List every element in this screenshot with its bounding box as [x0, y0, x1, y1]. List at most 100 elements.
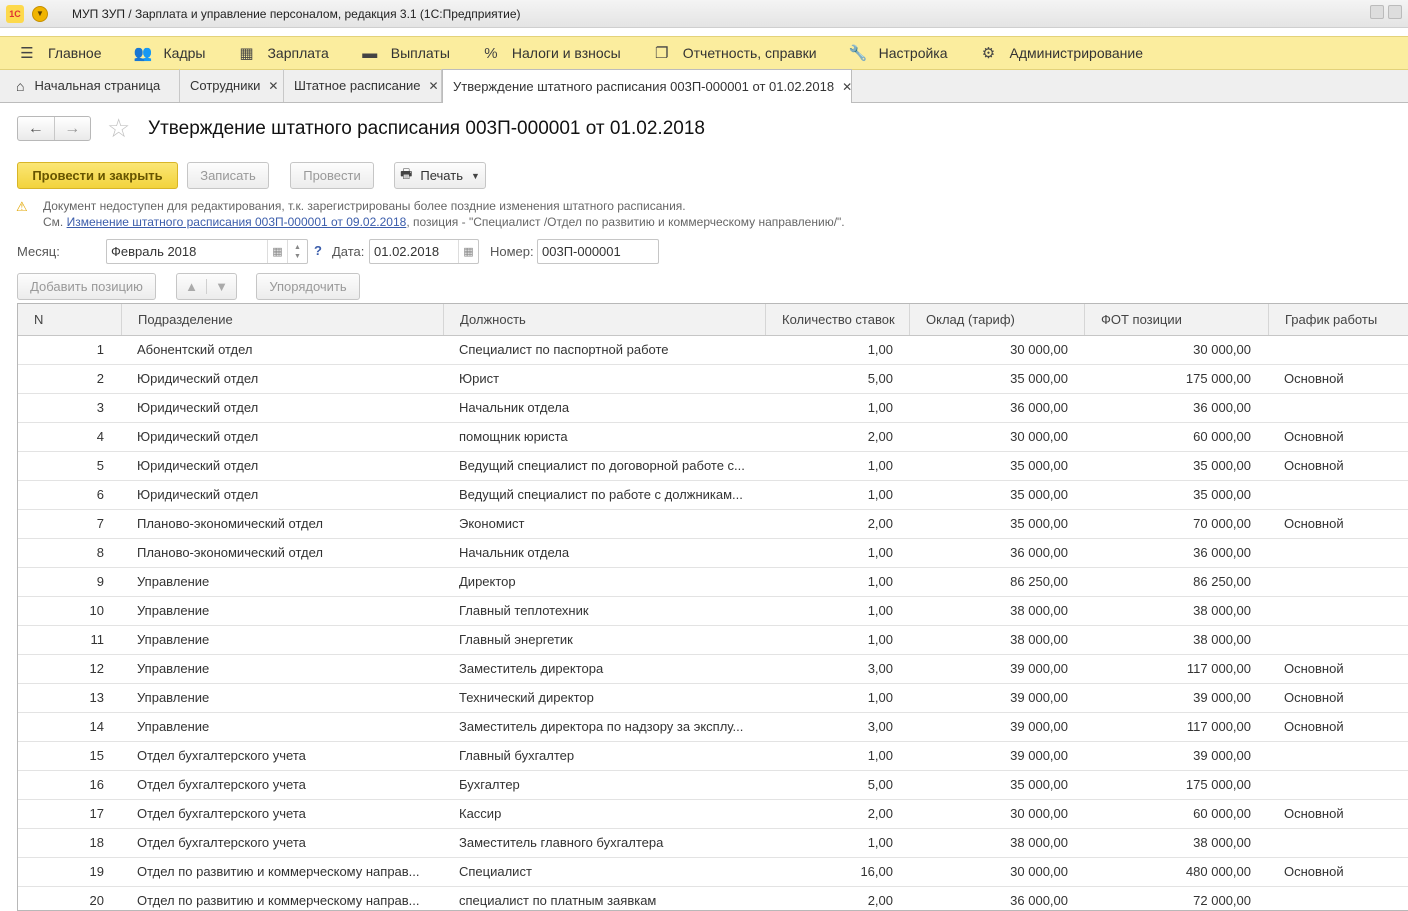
- main-menu-icon[interactable]: ▼: [32, 5, 48, 22]
- calendar-icon[interactable]: ▦: [267, 240, 287, 263]
- tab-employees[interactable]: Сотрудники ✕: [180, 69, 284, 102]
- cell-schedule: [1284, 829, 1404, 857]
- cell-fot: 480 000,00: [1185, 864, 1251, 879]
- cell-position: Заместитель главного бухгалтера: [459, 835, 664, 850]
- cell-salary: 30 000,00: [1010, 342, 1068, 357]
- section-salary[interactable]: ▦ Зарплата: [219, 36, 328, 70]
- table-row[interactable]: 14 Управление Заместитель директора по над…: [18, 713, 1408, 742]
- column-header-salary[interactable]: Оклад (тариф): [910, 304, 1085, 335]
- tab-label: Штатное расписание: [294, 78, 421, 93]
- table-row[interactable]: 2 Юридический отдел Юрист 5,00 35 000,00 175 …: [18, 365, 1408, 394]
- section-label: Администрирование: [1009, 45, 1144, 61]
- cell-rates: 1,00: [867, 342, 893, 357]
- table-row[interactable]: 6 Юридический отдел Ведущий специалист по …: [18, 481, 1408, 510]
- cell-salary: 35 000,00: [1010, 371, 1068, 386]
- table-row[interactable]: 18 Отдел бухгалтерского учета Заместитель …: [18, 829, 1408, 858]
- table-row[interactable]: 4 Юридический отдел помощник юриста 2,00 30 …: [18, 423, 1408, 452]
- tab-current-document[interactable]: Утверждение штатного расписания 003П-000…: [442, 69, 852, 103]
- section-label: Зарплата: [267, 45, 329, 61]
- calendar-icon[interactable]: ▦: [458, 240, 478, 263]
- cell-department: Управление: [137, 632, 210, 647]
- move-buttons: ▲ ▼: [176, 273, 237, 300]
- cell-position: Главный теплотехник: [459, 603, 589, 618]
- cell-rates: 1,00: [867, 574, 893, 589]
- table-row[interactable]: 13 Управление Технический директор 1,00 39 0…: [18, 684, 1408, 713]
- table-row[interactable]: 17 Отдел бухгалтерского учета Кассир 2,00 30…: [18, 800, 1408, 829]
- move-up-icon[interactable]: ▲: [177, 279, 206, 294]
- date-value: 01.02.2018: [374, 244, 440, 259]
- tab-staffing[interactable]: Штатное расписание ✕: [284, 69, 442, 102]
- move-down-icon[interactable]: ▼: [206, 279, 236, 294]
- later-change-link[interactable]: Изменение штатного расписания 003П-00000…: [67, 215, 407, 229]
- cell-rates: 1,00: [867, 603, 893, 618]
- favorite-star-icon[interactable]: ☆: [107, 113, 130, 144]
- forward-arrow-icon[interactable]: →: [53, 117, 91, 140]
- section-reports[interactable]: ❐ Отчетность, справки: [635, 36, 817, 70]
- section-taxes[interactable]: % Налоги и взносы: [464, 36, 621, 70]
- date-field[interactable]: 01.02.2018 ▦: [369, 239, 479, 264]
- section-payments[interactable]: ▬ Выплаты: [343, 36, 450, 70]
- cell-rates: 2,00: [867, 516, 893, 531]
- section-admin[interactable]: ⚙ Администрирование: [962, 36, 1144, 70]
- table-row[interactable]: 5 Юридический отдел Ведущий специалист по …: [18, 452, 1408, 481]
- column-header-rates[interactable]: Количество ставок: [766, 304, 910, 335]
- table-row[interactable]: 20 Отдел по развитию и коммерческому напр…: [18, 887, 1408, 910]
- table-row[interactable]: 9 Управление Директор 1,00 86 250,00 86 250,0…: [18, 568, 1408, 597]
- cell-department: Планово-экономический отдел: [137, 516, 323, 531]
- section-personnel[interactable]: 👥 Кадры: [116, 36, 206, 70]
- close-icon[interactable]: ✕: [842, 80, 852, 94]
- column-header-n[interactable]: N: [18, 304, 122, 335]
- table-row[interactable]: 1 Абонентский отдел Специалист по паспортн…: [18, 336, 1408, 365]
- table-row[interactable]: 3 Юридический отдел Начальник отдела 1,00 36…: [18, 394, 1408, 423]
- column-header-schedule[interactable]: График работы: [1269, 304, 1408, 335]
- cell-position: Начальник отдела: [459, 400, 570, 415]
- sort-button[interactable]: Упорядочить: [256, 273, 360, 300]
- cell-position: Экономист: [459, 516, 525, 531]
- cell-salary: 35 000,00: [1010, 777, 1068, 792]
- table-row[interactable]: 12 Управление Заместитель директора 3,00 39 …: [18, 655, 1408, 684]
- column-header-department[interactable]: Подразделение: [122, 304, 444, 335]
- tab-label: Сотрудники: [190, 78, 261, 93]
- table-row[interactable]: 8 Планово-экономический отдел Начальник от…: [18, 539, 1408, 568]
- cell-n: 14: [89, 719, 104, 734]
- cell-rates: 1,00: [867, 835, 893, 850]
- month-field[interactable]: Февраль 2018 ▦ ▲ ▼: [106, 239, 308, 264]
- number-field[interactable]: 003П-000001: [537, 239, 659, 264]
- print-button[interactable]: 🖶 Печать ▼: [394, 162, 486, 189]
- cell-fot: 38 000,00: [1193, 603, 1251, 618]
- section-label: Выплаты: [390, 45, 450, 61]
- section-label: Настройка: [878, 45, 948, 61]
- save-window-icon[interactable]: [1370, 5, 1384, 19]
- cell-fot: 35 000,00: [1193, 487, 1251, 502]
- post-and-close-button[interactable]: Провести и закрыть: [17, 162, 178, 189]
- month-stepper[interactable]: ▲ ▼: [287, 240, 307, 263]
- table-row[interactable]: 16 Отдел бухгалтерского учета Бухгалтер 5,0…: [18, 771, 1408, 800]
- reports-icon: ❐: [654, 45, 669, 62]
- back-arrow-icon[interactable]: ←: [18, 117, 54, 140]
- table-row[interactable]: 7 Планово-экономический отдел Экономист 2,0…: [18, 510, 1408, 539]
- cell-salary: 86 250,00: [1010, 574, 1068, 589]
- home-icon: ⌂: [16, 77, 25, 94]
- column-header-position[interactable]: Должность: [444, 304, 766, 335]
- post-button[interactable]: Провести: [290, 162, 374, 189]
- close-icon[interactable]: ✕: [268, 79, 278, 93]
- table-row[interactable]: 15 Отдел бухгалтерского учета Главный бухг…: [18, 742, 1408, 771]
- add-position-button[interactable]: Добавить позицию: [17, 273, 156, 300]
- column-header-fot[interactable]: ФОТ позиции: [1085, 304, 1269, 335]
- cell-n: 12: [89, 661, 104, 676]
- help-icon[interactable]: ?: [314, 243, 322, 258]
- table-row[interactable]: 10 Управление Главный теплотехник 1,00 38 00…: [18, 597, 1408, 626]
- save-button[interactable]: Записать: [187, 162, 269, 189]
- section-settings[interactable]: 🔧 Настройка: [831, 36, 948, 70]
- window-menu-icon[interactable]: [1388, 5, 1402, 19]
- close-icon[interactable]: ✕: [429, 79, 439, 93]
- cell-department: Управление: [137, 690, 210, 705]
- cell-schedule: Основной: [1284, 429, 1344, 444]
- section-main[interactable]: ☰ Главное: [0, 36, 101, 70]
- cell-fot: 175 000,00: [1185, 777, 1251, 792]
- table-row[interactable]: 11 Управление Главный энергетик 1,00 38 000,…: [18, 626, 1408, 655]
- cell-position: специалист по платным заявкам: [459, 893, 657, 908]
- cell-n: 16: [89, 777, 104, 792]
- tab-home[interactable]: ⌂ Начальная страница: [0, 69, 180, 102]
- table-row[interactable]: 19 Отдел по развитию и коммерческому напр…: [18, 858, 1408, 887]
